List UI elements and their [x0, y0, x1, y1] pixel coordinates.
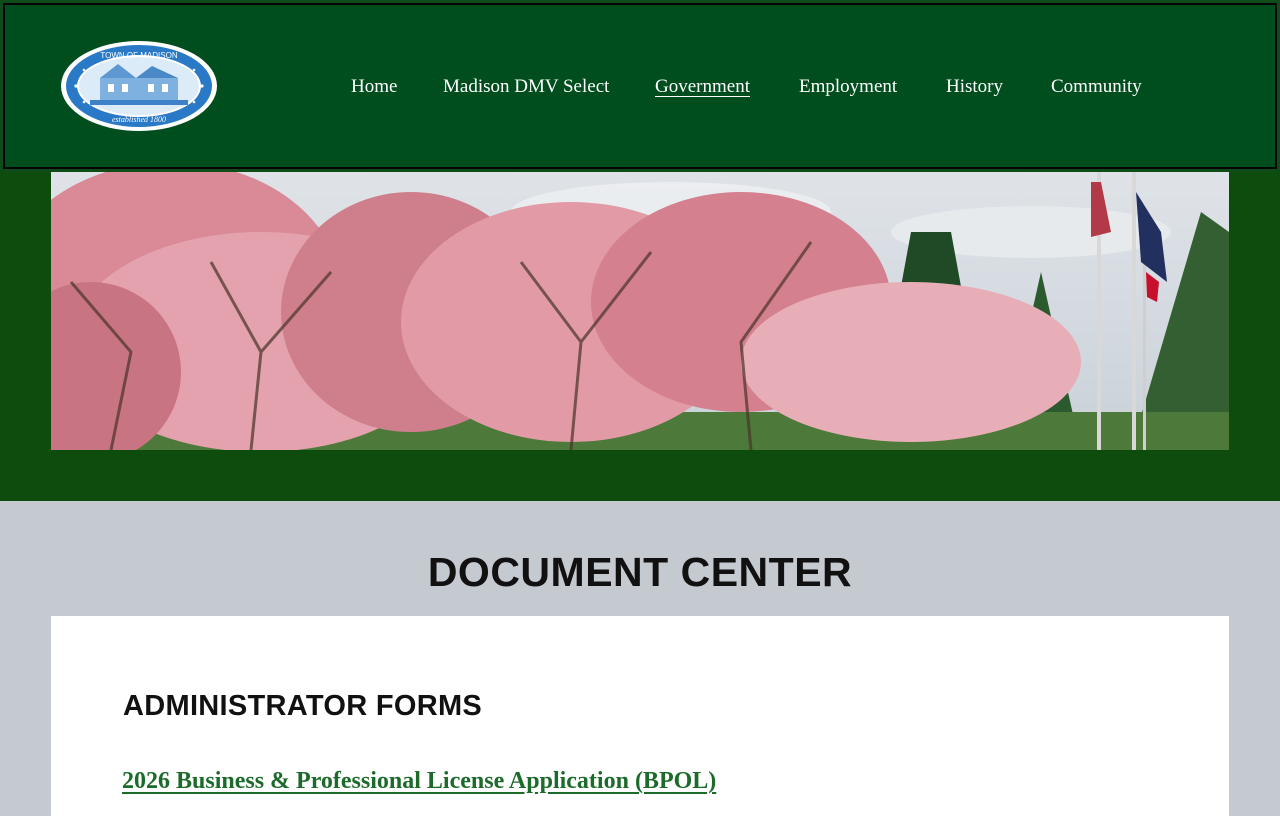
- nav-item-government[interactable]: Government: [655, 74, 750, 100]
- nav-item-employment[interactable]: Employment: [799, 74, 897, 100]
- page-title: DOCUMENT CENTER: [427, 549, 853, 595]
- site-header: TOWN OF MADISON established 1800 Home Ma…: [0, 0, 1280, 172]
- nav-item-home[interactable]: Home: [351, 74, 397, 100]
- document-list-card: ADMINISTRATOR FORMS 2026 Business & Prof…: [51, 616, 1229, 816]
- dogwood-trees-illustration: [51, 172, 1229, 450]
- nav-item-history[interactable]: History: [946, 74, 1003, 100]
- section-title-administrator-forms: ADMINISTRATOR FORMS: [123, 690, 483, 722]
- document-link-bpol-application[interactable]: 2026 Business & Professional License App…: [122, 766, 716, 796]
- nav-item-madison-dmv-select[interactable]: Madison DMV Select: [443, 74, 609, 100]
- nav-item-community[interactable]: Community: [1051, 74, 1142, 100]
- hero-image: [51, 172, 1229, 450]
- main-nav: Home Madison DMV Select Government Emplo…: [0, 0, 1280, 172]
